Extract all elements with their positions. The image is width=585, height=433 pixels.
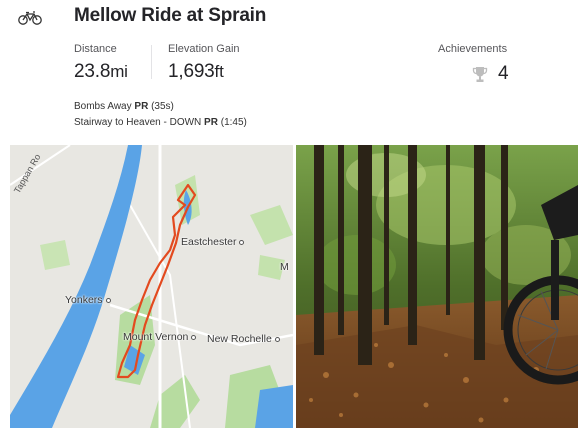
map-graphic	[10, 145, 293, 428]
segment-item[interactable]: Bombs Away PR (35s)	[74, 99, 247, 115]
route-map[interactable]: Tappan Ro Eastchester M Yonkers Mount Ve…	[10, 145, 293, 428]
achievements-value[interactable]: 4	[472, 63, 509, 85]
map-label-new-rochelle: New Rochelle	[207, 333, 280, 345]
bike-icon	[18, 11, 42, 25]
activity-title[interactable]: Mellow Ride at Sprain	[74, 5, 266, 27]
activity-photo[interactable]	[296, 145, 578, 428]
distance-value: 23.8mi	[74, 61, 128, 82]
elevation-stat: Elevation Gain 1,693ft	[168, 43, 240, 83]
segment-list: Bombs Away PR (35s) Stairway to Heaven -…	[74, 99, 247, 131]
elevation-value: 1,693ft	[168, 61, 224, 82]
map-label-mount-vernon: Mount Vernon	[123, 331, 197, 343]
map-label-edge: M	[280, 261, 289, 273]
map-label-yonkers: Yonkers	[65, 294, 111, 306]
achievements-count: 4	[498, 63, 509, 84]
trophy-icon	[472, 66, 488, 82]
stat-divider	[151, 45, 152, 79]
distance-label: Distance	[74, 43, 117, 55]
achievements-label: Achievements	[438, 43, 508, 55]
segment-item[interactable]: Stairway to Heaven - DOWN PR (1:45)	[74, 115, 247, 131]
distance-stat: Distance 23.8mi	[74, 43, 128, 83]
map-label-eastchester: Eastchester	[181, 236, 245, 248]
forest-photo	[296, 145, 578, 428]
elevation-label: Elevation Gain	[168, 43, 240, 55]
